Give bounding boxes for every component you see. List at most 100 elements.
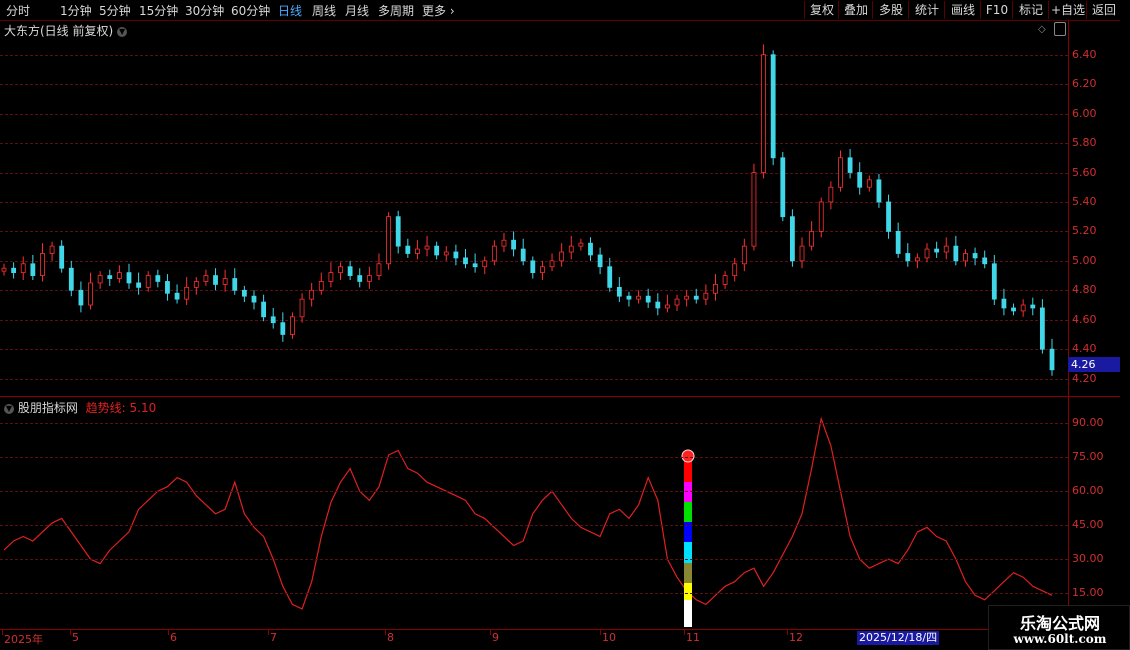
- candle-body: [847, 157, 853, 173]
- candle-body: [11, 267, 17, 274]
- axis-separator: [1068, 20, 1069, 630]
- chart-canvas: [1, 44, 1055, 627]
- candle-body: [674, 298, 680, 306]
- candle-body: [155, 275, 161, 282]
- price-tick-label: 5.40: [1072, 194, 1097, 208]
- candle-body: [655, 301, 661, 309]
- candle-body: [770, 54, 776, 159]
- candle-body: [828, 186, 834, 203]
- candle-body: [838, 157, 843, 188]
- candlestick-series: [1, 44, 1055, 376]
- date-tick-label: 7: [270, 631, 277, 644]
- candle-body: [193, 281, 199, 288]
- candle-body: [895, 231, 901, 254]
- price-tick-label: 4.60: [1072, 312, 1097, 326]
- candle-body: [405, 245, 411, 254]
- candle-body: [693, 295, 699, 300]
- candle-body: [290, 316, 295, 335]
- candle-body: [1030, 304, 1036, 309]
- candle-body: [511, 239, 516, 250]
- candle-body: [1020, 304, 1026, 312]
- candle-body: [1001, 298, 1007, 309]
- watermark-title: 乐淘公式网: [1019, 614, 1100, 633]
- candle-body: [338, 266, 343, 274]
- candle-body: [366, 275, 372, 282]
- candle-body: [722, 275, 728, 285]
- candle-body: [40, 253, 45, 276]
- candle-body: [1049, 348, 1055, 371]
- candle-body: [463, 257, 468, 265]
- price-tick-label: 6.00: [1072, 106, 1097, 120]
- candle-body: [453, 251, 459, 259]
- candle-body: [790, 216, 795, 262]
- candle-body: [136, 282, 142, 288]
- candle-body: [588, 242, 593, 256]
- candle-body: [386, 216, 391, 265]
- candle-body: [578, 242, 584, 247]
- right-info-strip: [1120, 20, 1130, 650]
- candle-body: [174, 292, 180, 300]
- signal-segment: [684, 600, 692, 627]
- candle-body: [809, 231, 815, 247]
- candle-body: [713, 284, 718, 294]
- candle-body: [299, 298, 305, 318]
- price-tick-label: 4.20: [1072, 371, 1097, 385]
- candle-body: [924, 248, 930, 259]
- candle-body: [482, 260, 488, 268]
- candle-body: [914, 257, 920, 262]
- price-tick-label: 6.20: [1072, 77, 1097, 91]
- candle-body: [501, 239, 507, 247]
- candle-body: [270, 316, 276, 324]
- candle-body: [559, 251, 565, 262]
- indicator-tick-label: 90.00: [1072, 416, 1104, 430]
- candle-body: [395, 216, 401, 247]
- candle-body: [491, 245, 497, 262]
- candle-body: [126, 272, 132, 284]
- candle-body: [472, 263, 478, 268]
- candle-body: [857, 172, 863, 188]
- candle-body: [607, 266, 613, 288]
- candle-body: [328, 272, 334, 282]
- signal-segment: [684, 563, 692, 583]
- date-tick-label: 2025年: [4, 633, 43, 646]
- signal-segment: [684, 502, 692, 522]
- candle-body: [145, 275, 151, 288]
- candle-body: [241, 289, 247, 297]
- candle-body: [20, 263, 26, 274]
- candle-body: [665, 304, 670, 309]
- date-tick: [268, 630, 269, 635]
- indicator-grid-line: [0, 593, 1068, 595]
- candle-body: [972, 253, 978, 259]
- candle-body: [549, 260, 555, 268]
- candle-body: [626, 295, 632, 300]
- date-tick: [70, 630, 71, 635]
- candle-body: [68, 267, 74, 291]
- candle-body: [309, 289, 315, 300]
- date-tick-label: 10: [602, 631, 616, 644]
- candle-body: [357, 275, 363, 282]
- candle-body: [415, 248, 420, 254]
- candle-body: [866, 179, 872, 188]
- candle-body: [376, 263, 382, 276]
- candle-body: [982, 257, 988, 265]
- candle-body: [540, 266, 545, 274]
- candle-body: [905, 253, 911, 262]
- candle-body: [703, 292, 709, 300]
- price-tick-label: 5.80: [1072, 136, 1097, 150]
- date-tick: [684, 630, 685, 635]
- signal-bar: [681, 449, 695, 627]
- candle-body: [59, 245, 65, 269]
- indicator-tick-label: 30.00: [1072, 552, 1104, 566]
- indicator-tick-label: 60.00: [1072, 484, 1104, 498]
- back-button[interactable]: 返回: [1086, 1, 1121, 19]
- last-price-badge: 4.26: [1068, 357, 1120, 372]
- watermark-url: www.60lt.com: [1013, 632, 1107, 646]
- candle-body: [818, 201, 824, 232]
- candle-body: [443, 251, 449, 256]
- candle-body: [597, 254, 603, 268]
- candle-body: [636, 295, 641, 300]
- chevron-down-icon[interactable]: ▼: [4, 403, 14, 414]
- candle-body: [78, 289, 84, 306]
- candle-body: [520, 248, 526, 262]
- date-tick-label: 11: [686, 631, 700, 644]
